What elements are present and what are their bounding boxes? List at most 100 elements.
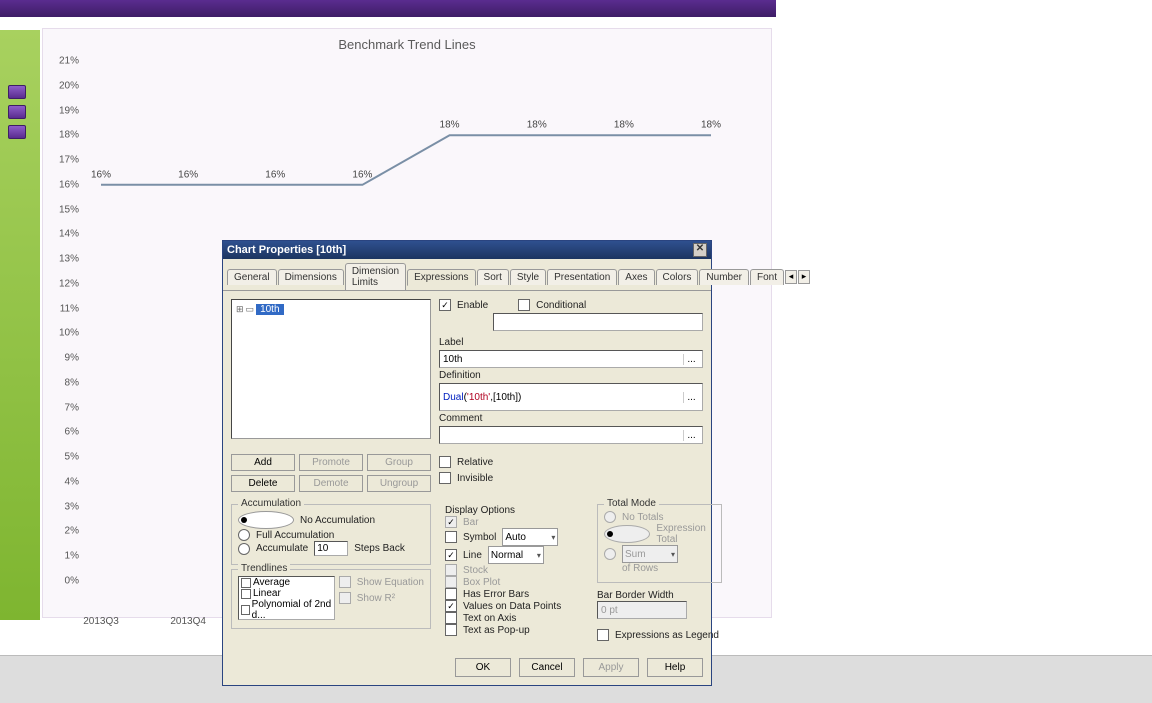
apply-button[interactable]: Apply (583, 658, 639, 677)
errbars-checkbox[interactable] (445, 588, 457, 600)
conditional-input[interactable] (493, 313, 703, 331)
line-checkbox[interactable] (445, 549, 457, 561)
tab-expressions[interactable]: Expressions (407, 269, 475, 286)
ellipsis-button[interactable]: ... (683, 430, 699, 441)
expr-legend-checkbox[interactable] (597, 629, 609, 641)
bar-border-input: 0 pt (597, 601, 687, 619)
y-tick-label: 11% (51, 303, 79, 314)
label-input[interactable]: 10th... (439, 350, 703, 368)
y-tick-label: 14% (51, 229, 79, 240)
expand-icon[interactable]: ⊞ (236, 304, 244, 315)
display-options: Display Options Bar Symbol Auto▾ Line No… (439, 504, 589, 644)
sidebar-icon[interactable] (8, 85, 26, 99)
tab-font[interactable]: Font (750, 269, 784, 285)
tab-dimensions[interactable]: Dimensions (278, 269, 344, 285)
no-totals-radio (604, 511, 616, 523)
sidebar-icon[interactable] (8, 105, 26, 119)
y-tick-label: 19% (51, 105, 79, 116)
line-select[interactable]: Normal▾ (488, 546, 544, 564)
tab-axes[interactable]: Axes (618, 269, 654, 285)
promote-button[interactable]: Promote (299, 454, 363, 471)
y-tick-label: 9% (51, 353, 79, 364)
definition-input[interactable]: Dual('10th',[10th]) ... (439, 383, 703, 411)
popup-checkbox[interactable] (445, 624, 457, 636)
tab-presentation[interactable]: Presentation (547, 269, 617, 285)
accum-radio[interactable] (238, 543, 250, 555)
symbol-select[interactable]: Auto▾ (502, 528, 558, 546)
steps-input[interactable]: 10 (314, 541, 348, 556)
x-tick-label: 2013Q4 (158, 616, 218, 627)
trend-list-item[interactable]: Polynomial of 2nd d... (239, 599, 334, 620)
tab-scroll-icon[interactable]: ◂ (785, 270, 797, 284)
sidebar-icon[interactable] (8, 125, 26, 139)
trend-list-item[interactable]: Linear (239, 588, 334, 599)
relative-label: Relative (457, 457, 493, 468)
tab-number[interactable]: Number (699, 269, 749, 285)
tree-item-label: 10th (256, 304, 283, 315)
textaxis-checkbox[interactable] (445, 612, 457, 624)
trend-list-item[interactable]: Average (239, 577, 334, 588)
cancel-button[interactable]: Cancel (519, 658, 575, 677)
y-tick-label: 2% (51, 526, 79, 537)
invisible-checkbox[interactable] (439, 472, 451, 484)
sum-select: Sum▾ (622, 545, 678, 563)
y-tick-label: 17% (51, 155, 79, 166)
green-sidebar (0, 30, 40, 620)
ellipsis-button[interactable]: ... (683, 354, 699, 365)
tree-item[interactable]: ⊞ ▭ 10th (236, 304, 426, 315)
tab-sort[interactable]: Sort (477, 269, 509, 285)
demote-button[interactable]: Demote (299, 475, 363, 492)
no-accum-radio[interactable] (238, 511, 294, 529)
y-tick-label: 20% (51, 80, 79, 91)
y-tick-label: 4% (51, 476, 79, 487)
ungroup-button[interactable]: Ungroup (367, 475, 431, 492)
conditional-label: Conditional (536, 300, 586, 311)
comment-label: Comment (439, 413, 703, 424)
delete-button[interactable]: Delete (231, 475, 295, 492)
y-tick-label: 10% (51, 328, 79, 339)
ok-button[interactable]: OK (455, 658, 511, 677)
chart-title: Benchmark Trend Lines (43, 29, 771, 56)
tab-dimension-limits[interactable]: Dimension Limits (345, 263, 406, 290)
bar-border-label: Bar Border Width (597, 590, 674, 601)
right-column: Enable Conditional Label 10th... Definit… (439, 299, 703, 444)
tab-scroll-icon[interactable]: ▸ (798, 270, 810, 284)
tab-general[interactable]: General (227, 269, 277, 285)
stock-checkbox (445, 564, 457, 576)
help-button[interactable]: Help (647, 658, 703, 677)
tab-colors[interactable]: Colors (656, 269, 699, 285)
relative-checkbox[interactable] (439, 456, 451, 468)
y-tick-label: 1% (51, 551, 79, 562)
symbol-checkbox[interactable] (445, 531, 457, 543)
enable-checkbox[interactable] (439, 299, 451, 311)
sum-radio (604, 548, 616, 560)
display-options-title: Display Options (445, 505, 515, 516)
chevron-down-icon: ▾ (537, 551, 541, 560)
y-tick-label: 7% (51, 402, 79, 413)
conditional-checkbox[interactable] (518, 299, 530, 311)
expression-tree[interactable]: ⊞ ▭ 10th (231, 299, 431, 439)
y-tick-label: 13% (51, 254, 79, 265)
comment-input[interactable]: ... (439, 426, 703, 444)
chart-properties-dialog: Chart Properties [10th] ✕ GeneralDimensi… (222, 240, 712, 686)
close-icon[interactable]: ✕ (693, 243, 707, 257)
y-tick-label: 15% (51, 204, 79, 215)
definition-label: Definition (439, 370, 703, 381)
trend-list[interactable]: AverageLinearPolynomial of 2nd d... (238, 576, 335, 620)
dialog-title: Chart Properties [10th] (227, 244, 346, 256)
trendlines-title: Trendlines (238, 563, 290, 574)
y-tick-label: 5% (51, 452, 79, 463)
group-button[interactable]: Group (367, 454, 431, 471)
x-tick-label: 2013Q3 (71, 616, 131, 627)
tab-style[interactable]: Style (510, 269, 546, 285)
full-accum-radio[interactable] (238, 529, 250, 541)
ellipsis-button[interactable]: ... (683, 392, 699, 403)
values-checkbox[interactable] (445, 600, 457, 612)
dialog-titlebar[interactable]: Chart Properties [10th] ✕ (223, 241, 711, 259)
y-tick-label: 6% (51, 427, 79, 438)
add-button[interactable]: Add (231, 454, 295, 471)
y-tick-label: 16% (51, 179, 79, 190)
tab-bar: GeneralDimensionsDimension LimitsExpress… (223, 259, 711, 290)
dialog-body: ⊞ ▭ 10th Enable Conditional Label 10th..… (223, 290, 711, 652)
dialog-footer: OK Cancel Apply Help (223, 652, 711, 685)
